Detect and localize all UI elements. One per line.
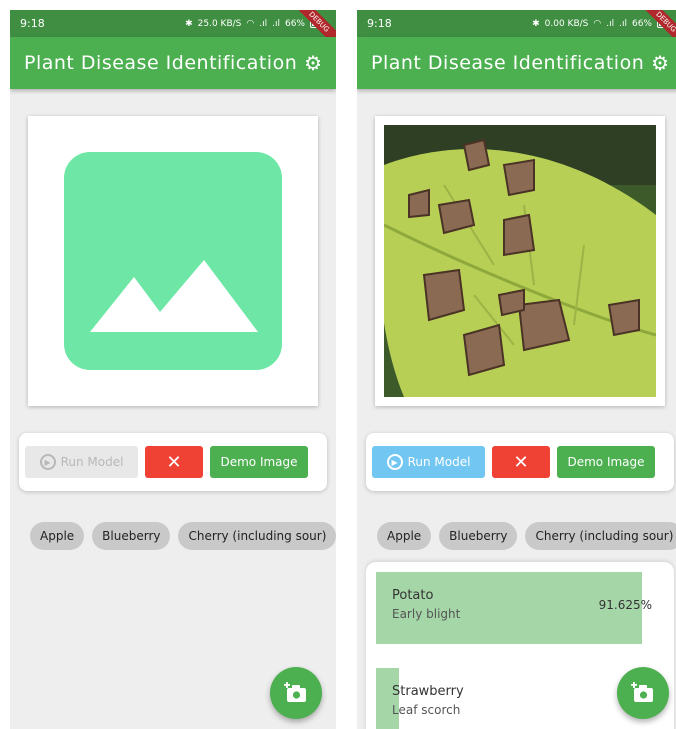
run-icon: ▶ xyxy=(386,454,403,470)
chip-apple[interactable]: Apple xyxy=(377,522,432,550)
result-disease: Early blight xyxy=(392,607,461,621)
network-speed: 25.0 KB/S xyxy=(197,18,242,29)
add-photo-button[interactable] xyxy=(270,667,322,719)
run-model-label: Run Model xyxy=(407,455,471,469)
app-bar: Plant Disease Identification ⚙ xyxy=(357,37,676,89)
wifi-icon: ◠ xyxy=(246,18,255,29)
add-photo-icon xyxy=(631,682,653,702)
chip-blueberry[interactable]: Blueberry xyxy=(92,522,171,550)
demo-image-label: Demo Image xyxy=(567,455,645,469)
close-icon: ✕ xyxy=(166,451,182,473)
app-title: Plant Disease Identification xyxy=(24,52,298,74)
battery-text: 66% xyxy=(284,18,305,29)
signal-icon-2: .ıl xyxy=(619,18,627,29)
category-chips: Apple Blueberry Cherry (including sour) xyxy=(377,522,676,550)
status-time: 9:18 xyxy=(20,17,45,30)
status-bar: 9:18 ✱ 0.00 KB/S ◠ .ıl .ıl 66% xyxy=(357,10,676,37)
chip-cherry[interactable]: Cherry (including sour) xyxy=(178,522,336,550)
result-confidence: 91.625% xyxy=(598,598,652,612)
result-text: Potato Early blight xyxy=(392,588,460,621)
run-icon: ▶ xyxy=(39,454,56,470)
battery-text: 66% xyxy=(631,18,652,29)
run-model-label: Run Model xyxy=(60,455,124,469)
gear-icon[interactable]: ⚙ xyxy=(304,51,322,75)
status-bar: 9:18 ✱ 25.0 KB/S ◠ .ıl .ıl 66% xyxy=(10,10,336,37)
result-row-potato[interactable]: Potato Early blight 91.625% xyxy=(376,572,666,644)
add-photo-icon xyxy=(284,682,306,702)
clear-button[interactable]: ✕ xyxy=(492,446,550,478)
app-title: Plant Disease Identification xyxy=(371,52,645,74)
result-name: Strawberry xyxy=(392,684,464,699)
signal-icon: .ıl xyxy=(259,18,268,29)
bluetooth-icon: ✱ xyxy=(532,18,540,29)
add-photo-button[interactable] xyxy=(617,667,669,719)
action-button-row: ▶ Run Model ✕ Demo Image xyxy=(366,433,674,491)
demo-image-button[interactable]: Demo Image xyxy=(210,446,308,478)
signal-icon-2: .ıl xyxy=(272,18,280,29)
chip-cherry[interactable]: Cherry (including sour) xyxy=(525,522,676,550)
signal-icon: .ıl xyxy=(606,18,615,29)
phone-screen-right: 9:18 ✱ 0.00 KB/S ◠ .ıl .ıl 66% DEBUG Pla… xyxy=(357,10,676,729)
action-button-row: ▶ Run Model ✕ Demo Image xyxy=(19,433,327,491)
image-preview-card xyxy=(375,116,665,406)
status-time: 9:18 xyxy=(367,17,392,30)
image-preview-card xyxy=(28,116,318,406)
run-model-button[interactable]: ▶ Run Model xyxy=(372,446,485,478)
network-speed: 0.00 KB/S xyxy=(544,18,589,29)
phone-screen-left: 9:18 ✱ 25.0 KB/S ◠ .ıl .ıl 66% DEBUG Pla… xyxy=(10,10,336,729)
chip-apple[interactable]: Apple xyxy=(30,522,85,550)
wifi-icon: ◠ xyxy=(593,18,602,29)
status-icons: ✱ 0.00 KB/S ◠ .ıl .ıl 66% xyxy=(532,19,673,29)
bluetooth-icon: ✱ xyxy=(185,18,193,29)
leaf-photo-image xyxy=(384,125,656,397)
demo-image-label: Demo Image xyxy=(220,455,298,469)
close-icon: ✕ xyxy=(513,451,529,473)
clear-button[interactable]: ✕ xyxy=(145,446,203,478)
category-chips: Apple Blueberry Cherry (including sour) xyxy=(30,522,336,550)
image-placeholder-icon xyxy=(64,152,282,370)
result-name: Potato xyxy=(392,588,434,603)
chip-blueberry[interactable]: Blueberry xyxy=(439,522,518,550)
status-icons: ✱ 25.0 KB/S ◠ .ıl .ıl 66% xyxy=(185,19,326,29)
app-bar: Plant Disease Identification ⚙ xyxy=(10,37,336,89)
gear-icon[interactable]: ⚙ xyxy=(651,51,669,75)
result-disease: Leaf scorch xyxy=(392,703,461,717)
result-text: Strawberry Leaf scorch xyxy=(392,684,464,717)
run-model-button[interactable]: ▶ Run Model xyxy=(25,446,138,478)
demo-image-button[interactable]: Demo Image xyxy=(557,446,655,478)
